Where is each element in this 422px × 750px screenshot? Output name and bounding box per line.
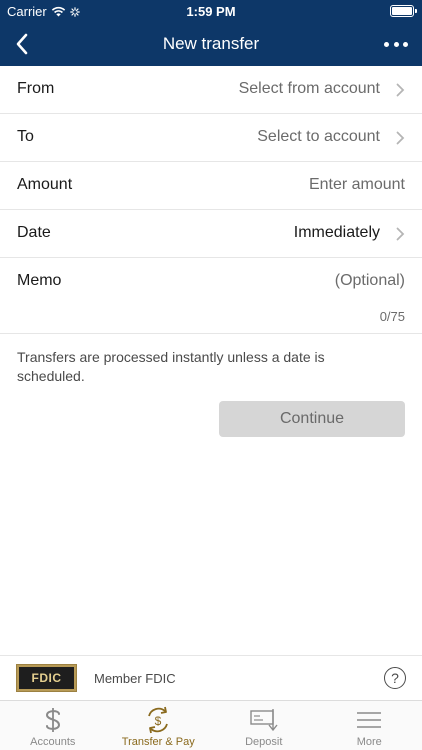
app-header: Carrier 1:59 PM New transfer [0,0,422,66]
tab-label: Transfer & Pay [121,736,195,748]
from-account-value: Select from account [238,80,380,97]
date-label: Date [17,224,51,241]
help-icon[interactable]: ? [384,667,406,689]
memo-row: Memo (Optional) 0/75 [0,258,422,334]
battery-icon [390,5,417,17]
tab-bar: Accounts $ Transfer & Pay Deposit More [0,700,422,750]
more-dot [403,41,408,47]
tab-label: Deposit [245,736,283,748]
deposit-check-icon [250,709,278,732]
memo-char-count: 0/75 [379,309,405,324]
page-title: New transfer [162,34,260,53]
tab-accounts[interactable]: Accounts [0,701,106,750]
transfer-pay-icon: $ [148,706,169,734]
amount-row: Amount Enter amount [0,162,422,210]
from-account-row[interactable]: From Select from account [0,66,422,114]
dollar-icon [45,708,60,732]
fdic-logo-text: FDIC [19,667,74,689]
transfer-form: From Select from account To Select to ac… [0,66,422,334]
from-label: From [17,80,55,97]
tab-more[interactable]: More [317,701,422,750]
more-dot [384,41,389,47]
menu-lines-icon [357,712,382,728]
fdic-logo: FDIC [16,664,77,692]
fdic-bar: FDIC Member FDIC ? [0,655,422,700]
more-dot [393,41,399,47]
to-label: To [17,128,34,145]
tab-deposit[interactable]: Deposit [211,701,317,750]
tab-label: More [356,736,382,748]
tab-label: Accounts [30,736,76,748]
nav-bar: New transfer [0,22,422,66]
chevron-right-icon [396,83,405,97]
continue-button[interactable]: Continue [219,401,405,437]
date-value: Immediately [293,224,380,241]
to-account-value: Select to account [257,128,380,145]
amount-input[interactable]: Enter amount [309,176,405,194]
member-fdic-text: Member FDIC [94,671,176,686]
date-row[interactable]: Date Immediately [0,210,422,258]
memo-input[interactable]: (Optional) [335,272,405,290]
chevron-right-icon [396,131,405,145]
tab-transfer-pay[interactable]: $ Transfer & Pay [106,701,212,750]
memo-label: Memo [17,272,62,289]
chevron-right-icon [396,227,405,241]
status-time: 1:59 PM [186,4,236,19]
to-account-row[interactable]: To Select to account [0,114,422,162]
amount-label: Amount [17,176,73,193]
status-bar: Carrier 1:59 PM [0,0,422,22]
transfer-info-text: Transfers are processed instantly unless… [17,349,325,384]
more-options-button[interactable] [384,34,408,54]
svg-text:$: $ [155,714,162,728]
